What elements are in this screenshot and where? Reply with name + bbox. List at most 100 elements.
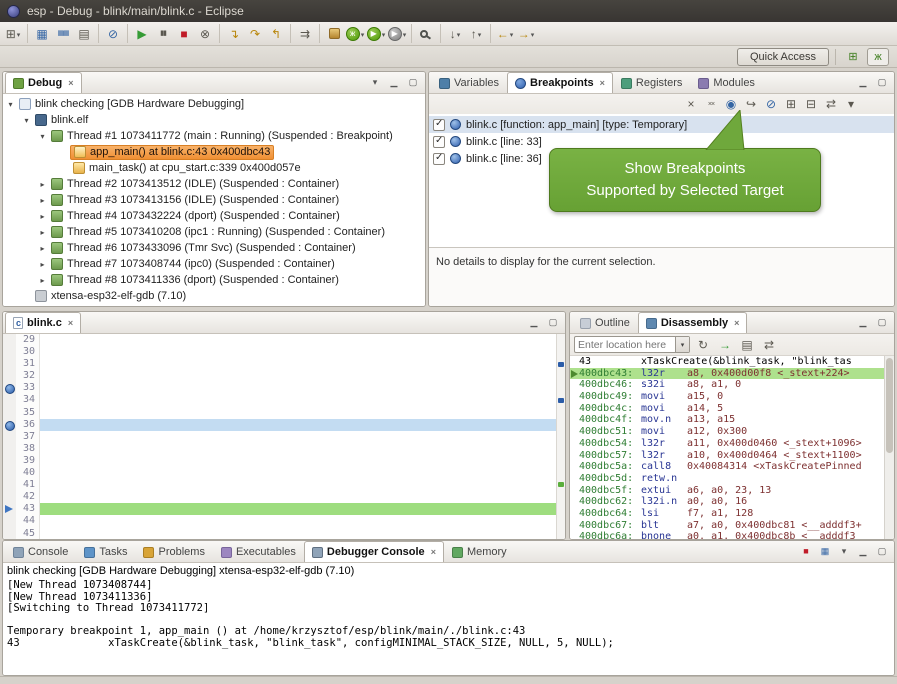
breakpoints-view-menu-icon[interactable]: ▾ xyxy=(842,96,860,113)
tree-twisty-icon[interactable]: ▸ xyxy=(37,260,48,269)
tree-twisty-icon[interactable]: ▸ xyxy=(37,196,48,205)
instruction-stepping-icon[interactable]: ⇉ xyxy=(295,24,315,43)
gutter-marker[interactable] xyxy=(3,443,16,455)
editor-line[interactable]: 44 } xyxy=(3,515,556,527)
link-with-debug-view-icon[interactable]: ⇄ xyxy=(822,96,840,113)
maximize-icon[interactable]: ▢ xyxy=(545,315,561,330)
debug-tree-row[interactable]: ▾ Thread #1 1073411772 (main : Running) … xyxy=(3,128,425,144)
disassembly-line[interactable]: 400dbc4c: movi a14, 5 xyxy=(570,403,884,415)
tab-debug[interactable]: Debug xyxy=(5,72,82,93)
disassembly-line[interactable]: 400dbc5d: retw.n xyxy=(570,473,884,485)
debug-perspective-icon[interactable]: ж xyxy=(867,48,889,66)
save-all-icon[interactable]: ▦▦ xyxy=(53,24,73,43)
gutter-marker[interactable] xyxy=(3,382,16,394)
tab-close-icon[interactable] xyxy=(68,318,73,328)
disassembly-line[interactable]: 400dbc6a: bnone a0, a1, 0x400dbc8b <__ad… xyxy=(570,531,884,540)
tab-tasks[interactable]: Tasks xyxy=(76,541,135,562)
gutter-marker[interactable] xyxy=(3,431,16,443)
tab-close-icon[interactable] xyxy=(431,547,436,557)
disassembly-line[interactable]: 400dbc5f: extui a6, a0, 23, 13 xyxy=(570,485,884,497)
quick-access-button[interactable]: Quick Access xyxy=(737,48,829,66)
disassembly-line[interactable]: 400dbc51: movi a12, 0x300 xyxy=(570,426,884,438)
debug-tree-row[interactable]: ▾ blink checking [GDB Hardware Debugging… xyxy=(3,96,425,112)
tab-console[interactable]: Console xyxy=(5,541,76,562)
breakpoint-checkbox[interactable] xyxy=(433,153,445,165)
disassembly-line[interactable]: 400dbc57: l32r a10, 0x400d0464 <_stext+1… xyxy=(570,450,884,462)
console-view-menu-icon[interactable]: ▾ xyxy=(836,544,852,559)
tree-twisty-icon[interactable]: ▾ xyxy=(21,116,32,125)
overview-mark-current-line[interactable] xyxy=(558,482,564,487)
debug-tree-row[interactable]: ▸ Thread #3 1073413156 (IDLE) (Suspended… xyxy=(3,192,425,208)
disassembly-line[interactable]: 400dbc5a: call8 0x40084314 <xTaskCreateP… xyxy=(570,461,884,473)
editor-line[interactable]: 35 /* Blink on (output high) */ xyxy=(3,407,556,419)
breakpoint-checkbox[interactable] xyxy=(433,119,445,131)
goto-pc-icon[interactable]: → xyxy=(715,335,735,354)
build-icon[interactable] xyxy=(324,24,344,43)
gutter-marker[interactable] xyxy=(3,491,16,503)
editor-line[interactable]: 32 /* Blink off (output low) */ xyxy=(3,370,556,382)
back-history-icon[interactable]: ← xyxy=(495,24,515,43)
editor-line[interactable]: 33 gpio_set_level(BLINK_GPIO, 0); xyxy=(3,382,556,394)
gutter-marker[interactable] xyxy=(3,394,16,406)
overview-ruler[interactable] xyxy=(556,334,565,540)
location-input[interactable] xyxy=(575,339,675,351)
tab-breakpoints[interactable]: Breakpoints xyxy=(507,72,613,93)
save-icon[interactable]: ▦ xyxy=(32,24,52,43)
gutter-marker[interactable] xyxy=(3,346,16,358)
display-selected-console-icon[interactable]: ▦ xyxy=(817,544,833,559)
debug-tree-row[interactable]: ▾ blink.elf xyxy=(3,112,425,128)
tab-disassembly[interactable]: Disassembly xyxy=(638,312,748,333)
breakpoint-checkbox[interactable] xyxy=(433,136,445,148)
gutter-marker[interactable] xyxy=(3,515,16,527)
editor-line[interactable]: 36 gpio_set_level(BLINK_GPIO, 1); xyxy=(3,419,556,431)
terminate-icon[interactable]: ■ xyxy=(174,24,194,43)
gutter-marker[interactable] xyxy=(3,479,16,491)
disassembly-line[interactable]: 400dbc46: s32i a8, a1, 0 xyxy=(570,379,884,391)
tree-twisty-icon[interactable]: ▸ xyxy=(37,180,48,189)
tree-twisty-icon[interactable]: ▸ xyxy=(37,276,48,285)
location-dropdown-icon[interactable]: ▾ xyxy=(675,337,689,352)
gutter-marker[interactable] xyxy=(3,528,16,540)
breakpoint-row[interactable]: blink.c [function: app_main] [type: Temp… xyxy=(429,116,894,133)
print-icon[interactable]: ▤ xyxy=(74,24,94,43)
refresh-disassembly-icon[interactable]: ↻ xyxy=(693,335,713,354)
minimize-icon[interactable]: ▁ xyxy=(855,315,871,330)
tab-outline[interactable]: Outline xyxy=(572,312,638,333)
gutter-marker[interactable] xyxy=(3,455,16,467)
tab-close-icon[interactable] xyxy=(734,318,739,328)
previous-annotation-icon[interactable]: ↑ xyxy=(466,24,486,43)
suspend-icon[interactable]: ▮▮ xyxy=(153,24,173,43)
editor-line[interactable]: 39 } xyxy=(3,455,556,467)
debug-tree-row[interactable]: main_task() at cpu_start.c:339 0x400d057… xyxy=(3,160,425,176)
maximize-icon[interactable]: ▢ xyxy=(874,544,890,559)
editor-line[interactable]: 34 vTaskDelay(1000 / portTICK_PERIOD_MS)… xyxy=(3,394,556,406)
maximize-icon[interactable]: ▢ xyxy=(874,315,890,330)
debug-icon[interactable]: ж xyxy=(345,24,365,43)
tree-twisty-icon[interactable]: ▸ xyxy=(37,212,48,221)
tab-close-icon[interactable] xyxy=(68,78,73,88)
step-into-icon[interactable]: ↴ xyxy=(224,24,244,43)
minimize-icon[interactable]: ▁ xyxy=(855,75,871,90)
minimize-icon[interactable]: ▁ xyxy=(386,75,402,90)
editor-line[interactable]: 41 void app_main() xyxy=(3,479,556,491)
skip-all-breakpoints-icon[interactable]: ⊘ xyxy=(103,24,123,43)
show-source-icon[interactable]: ▤ xyxy=(737,335,757,354)
editor-line[interactable]: 43 xTaskCreate(&blink_task, "blink_task"… xyxy=(3,503,556,515)
minimize-icon[interactable]: ▁ xyxy=(855,544,871,559)
gutter-marker[interactable] xyxy=(3,358,16,370)
scrollbar-thumb[interactable] xyxy=(886,358,893,453)
disassembly-line[interactable]: 400dbc43: l32r a8, 0x400d00f8 <_stext+22… xyxy=(570,368,884,380)
debug-tree-row[interactable]: ▸ Thread #8 1073411336 (dport) (Suspende… xyxy=(3,272,425,288)
editor-line[interactable]: 31 while(1) { xyxy=(3,358,556,370)
gutter-marker[interactable] xyxy=(3,407,16,419)
run-icon[interactable]: ▶ xyxy=(366,24,386,43)
tab-executables[interactable]: Executables xyxy=(213,541,304,562)
tab-debugger-console[interactable]: Debugger Console xyxy=(304,541,444,562)
editor-line[interactable]: 30 gpio_set_direction(BLINK_GPIO, GPIO_M… xyxy=(3,346,556,358)
gutter-marker[interactable] xyxy=(3,467,16,479)
track-expression-icon[interactable]: ⇄ xyxy=(759,335,779,354)
disconnect-icon[interactable]: ⊗ xyxy=(195,24,215,43)
editor-line[interactable]: 40 xyxy=(3,467,556,479)
debug-tree-row[interactable]: ▸ Thread #7 1073408744 (ipc0) (Suspended… xyxy=(3,256,425,272)
debug-tree-row[interactable]: app_main() at blink.c:43 0x400dbc43 xyxy=(3,144,425,160)
